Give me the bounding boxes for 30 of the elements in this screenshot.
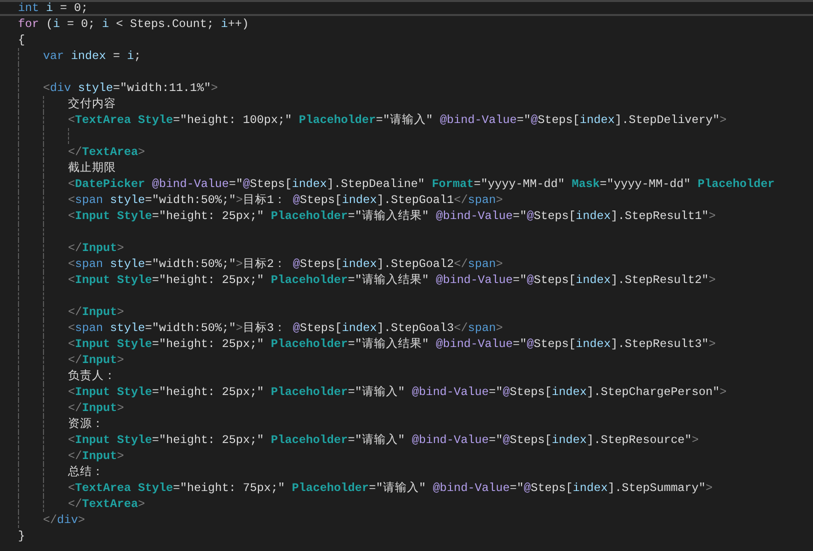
code-line: <Input Style="height: 25px;" Placeholder="请输入结果" @bind-Value="@Steps[index].StepResult2"> [68, 272, 716, 288]
code-line: 资源： [68, 416, 104, 432]
code-line: </Input> [68, 400, 124, 416]
code-line: </Input> [68, 352, 124, 368]
code-line: 负责人： [68, 368, 116, 384]
code-line: </TextArea> [68, 144, 145, 160]
code-line: <span style="width:50%;">目标1： @Steps[index].StepGoal1</span> [68, 192, 503, 208]
code-line: <Input Style="height: 25px;" Placeholder="请输入结果" @bind-Value="@Steps[index].StepResult3"> [68, 336, 716, 352]
code-line: <span style="width:50%;">目标2： @Steps[index].StepGoal2</span> [68, 256, 503, 272]
code-line: int i = 0; [18, 0, 88, 16]
code-line: 截止期限 [68, 160, 116, 176]
code-line: <Input Style="height: 25px;" Placeholder="请输入结果" @bind-Value="@Steps[index].StepResult1"> [68, 208, 716, 224]
code-line: <Input Style="height: 25px;" Placeholder="请输入" @bind-Value="@Steps[index].StepResource"> [68, 432, 699, 448]
code-line: </Input> [68, 448, 124, 464]
code-line: </Input> [68, 304, 124, 320]
code-line: } [18, 528, 25, 544]
code-line: <Input Style="height: 25px;" Placeholder="请输入" @bind-Value="@Steps[index].StepChargePerson"> [68, 384, 727, 400]
code-line: <TextArea Style="height: 75px;" Placeholder="请输入" @bind-Value="@Steps[index].StepSummary"> [68, 480, 713, 496]
code-line: </Input> [68, 240, 124, 256]
code-line: var index = i; [43, 48, 141, 64]
code-line: 总结： [68, 464, 104, 480]
code-line: </TextArea> [68, 496, 145, 512]
code-line: { [18, 32, 25, 48]
code-line: <div style="width:11.1%"> [43, 80, 218, 96]
code-line: <DatePicker @bind-Value="@Steps[index].StepDealine" Format="yyyy-MM-dd" Mask="yyyy-MM-dd" Placeholder [68, 176, 775, 192]
code-line: 交付内容 [68, 96, 116, 112]
code-line: </div> [43, 512, 85, 528]
code-line: <span style="width:50%;">目标3： @Steps[index].StepGoal3</span> [68, 320, 503, 336]
code-line: <TextArea Style="height: 100px;" Placeholder="请输入" @bind-Value="@Steps[index].StepDelivery"> [68, 112, 727, 128]
code-line: for (i = 0; i < Steps.Count; i++) [18, 16, 249, 32]
